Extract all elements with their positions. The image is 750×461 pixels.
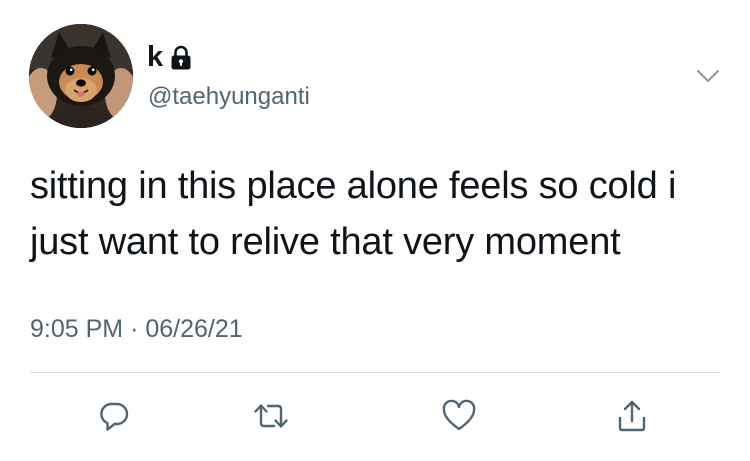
timestamp-separator: · (130, 315, 139, 343)
avatar-dog-photo (29, 24, 133, 128)
tweet-text: sitting in this place alone feels so col… (30, 165, 677, 263)
lock-icon (171, 45, 191, 69)
tweet-time: 9:05 PM (30, 315, 124, 343)
username[interactable]: @taehyunganti (148, 82, 310, 112)
display-name[interactable]: k (147, 42, 163, 72)
avatar[interactable] (29, 24, 133, 128)
tweet-timestamp[interactable]: 9:05 PM · 06/26/21 (30, 312, 243, 346)
heart-icon (442, 399, 476, 431)
chevron-down-icon[interactable] (692, 60, 724, 92)
tweet-date: 06/26/21 (145, 315, 243, 343)
share-button[interactable] (610, 394, 654, 438)
reply-icon (100, 402, 129, 431)
retweet-button[interactable] (249, 394, 293, 438)
tweet-card: k @taehyunganti sitting in this place al… (0, 0, 750, 461)
reply-button[interactable] (92, 394, 136, 438)
share-icon (618, 400, 646, 432)
retweet-icon (254, 404, 288, 428)
divider (30, 372, 720, 373)
author-name-row[interactable]: k (147, 40, 193, 74)
like-button[interactable] (437, 394, 481, 438)
